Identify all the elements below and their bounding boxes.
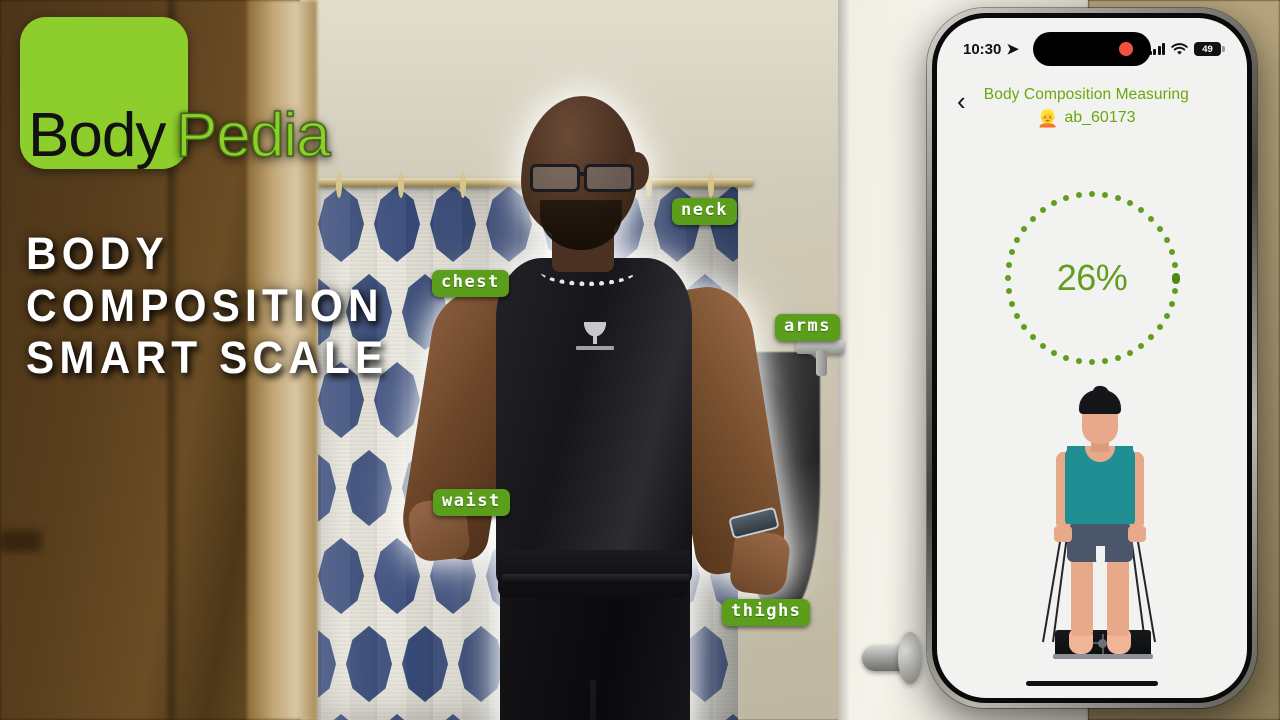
smartphone-device: 10:30 ➤ 49 ‹ Body Composition Measuring … [927,8,1257,708]
logo-word-pedia: Pedia [175,101,331,170]
progress-ring-dot [1029,215,1036,222]
headline-line-1: BODY [26,228,169,279]
chain-necklace [540,256,636,286]
illustration-left-hand [1054,526,1072,542]
nav-title: Body Composition Measuring [983,86,1189,103]
progress-ring-dot [1039,342,1046,349]
progress-ring-dot [1127,349,1134,356]
status-bar-time: 10:30 [963,40,1002,58]
progress-ring-dot [1089,191,1095,197]
subject-glow-outline [300,60,920,720]
subject-person-photo [300,60,920,720]
illustration-shorts-gap [1096,546,1105,564]
illustration-strap-left [1067,446,1079,476]
home-indicator[interactable] [1026,681,1158,686]
shirt-brand-logo-icon [578,322,612,344]
headline-line-2: COMPOSITION [26,280,384,331]
leg-split [590,680,596,720]
nav-center: Body Composition Measuring 👱 ab_60173 [966,86,1207,127]
progress-ring-dot [1075,357,1082,364]
progress-ring: 26% [1004,190,1180,366]
location-arrow-icon: ➤ [1006,41,1019,58]
illustration-right-leg [1107,558,1129,636]
body-part-tag-waist[interactable]: waist [433,489,510,516]
progress-ring-dot [1039,207,1046,214]
scale-center-sensor [1098,639,1107,648]
progress-ring-dot [1014,236,1021,243]
body-part-tag-arms[interactable]: arms [775,314,840,341]
body-part-tag-thighs[interactable]: thighs [722,599,811,626]
progress-ring-dot [1021,225,1028,232]
page-title: BODY COMPOSITION SMART SCALE [26,228,421,384]
progress-ring-dot [1168,249,1175,256]
phone-screen: 10:30 ➤ 49 ‹ Body Composition Measuring … [937,18,1247,698]
torso-compression-shirt [496,258,692,588]
progress-ring-dot [1156,225,1163,232]
screenshot-root: Body Pedia BODY COMPOSITION SMART SCALE … [0,0,1280,720]
dynamic-island [1033,32,1151,66]
smart-scale-base [1053,654,1153,659]
headline-line-3: SMART SCALE [26,332,389,383]
right-hand [728,528,792,598]
progress-ring-dot [1163,236,1170,243]
progress-ring-dot [1163,313,1170,320]
progress-ring-dot [1006,261,1013,268]
progress-ring-dot [1075,192,1082,199]
user-row: 👱 ab_60173 [966,109,1207,127]
progress-ring-dot [1050,349,1057,356]
left-wall-mark [0,530,42,552]
nav-bar: ‹ Body Composition Measuring 👱 ab_60173 [937,86,1247,127]
body-part-tag-neck[interactable]: neck [672,198,737,225]
glasses-left-lens [530,164,580,192]
illustration-right-hand [1128,526,1146,542]
illustration-left-leg [1071,558,1093,636]
progress-ring-dot [1114,354,1121,361]
progress-ring-dot [1063,354,1070,361]
record-dot-icon [1119,42,1133,56]
person-on-smart-scale-illustration [997,384,1187,660]
progress-ring-head [1172,272,1180,284]
body-part-tag-chest[interactable]: chest [432,270,509,297]
avatar: 👱 [1037,108,1059,128]
progress-ring-dot [1089,359,1095,365]
phone-bezel: 10:30 ➤ 49 ‹ Body Composition Measuring … [932,13,1252,703]
status-bar-left: 10:30 ➤ [963,40,1019,59]
progress-ring-dot [1168,300,1175,307]
illustration-strap-right [1121,446,1133,476]
waistband [502,574,690,584]
logo-word-body: Body [28,101,166,170]
status-bar-right: 49 [1148,42,1225,56]
glasses-bridge [579,172,587,176]
back-chevron-icon[interactable]: ‹ [957,88,966,114]
progress-ring-dot [1005,275,1011,281]
progress-ring-dot [1050,200,1057,207]
battery-icon: 49 [1194,42,1225,56]
glasses-right-lens [584,164,634,192]
progress-ring-dot [1171,261,1178,268]
username-label: ab_60173 [1064,109,1136,126]
wifi-icon [1171,42,1188,55]
shirt-brand-wordmark [576,346,614,350]
